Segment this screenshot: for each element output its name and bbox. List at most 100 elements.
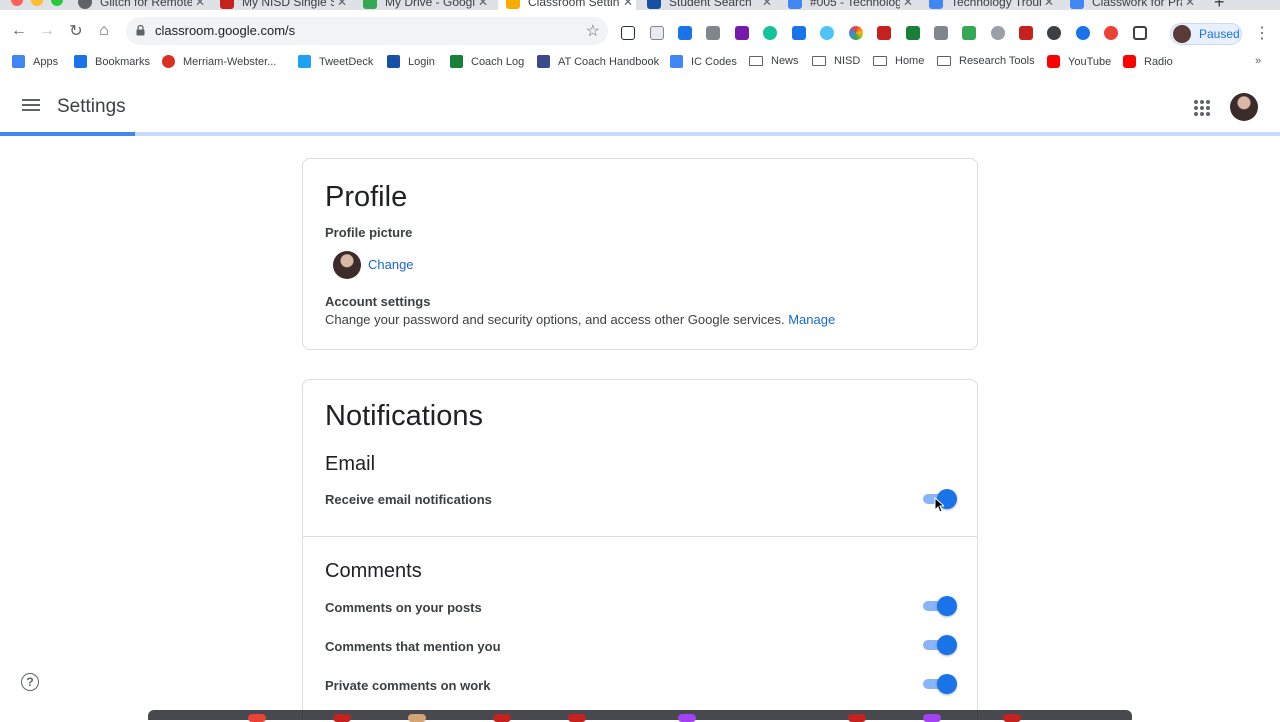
bookmark-ic-codes[interactable]: IC Codes (670, 55, 737, 68)
tab-title: My NISD Single S (242, 0, 334, 9)
bookmark-label: News (771, 55, 799, 67)
account-settings-label: Account settings (325, 294, 431, 309)
browser-tab-active[interactable]: Classroom Setting ✕ (498, 0, 636, 10)
loading-progress-bar (0, 132, 1280, 136)
browser-tab[interactable]: Student Search ✕ (647, 0, 775, 10)
bookmark-star-icon[interactable]: ☆ (586, 21, 600, 41)
bookmark-tweetdeck[interactable]: TweetDeck (298, 55, 373, 68)
back-button[interactable]: ← (5, 17, 33, 45)
close-tab-icon[interactable]: ✕ (1041, 0, 1057, 9)
close-tab-icon[interactable]: ✕ (192, 0, 208, 9)
tab-title: My Drive - Google (385, 0, 475, 9)
pause-extension-icon[interactable] (991, 26, 1005, 40)
close-tab-icon[interactable]: ✕ (334, 0, 350, 9)
browser-tab[interactable]: Technology Troub ✕ (929, 0, 1057, 10)
private-comments-label: Private comments on work (325, 678, 491, 693)
picture-in-picture-icon[interactable] (1133, 26, 1147, 40)
bookmark-folder-research-tools[interactable]: Research Tools (937, 55, 1035, 67)
document-extension-icon[interactable] (650, 26, 664, 40)
comments-on-posts-toggle[interactable] (923, 596, 957, 616)
bookmark-folder-nisd[interactable]: NISD (812, 55, 860, 67)
close-window-icon[interactable] (11, 0, 23, 6)
drive-icon (363, 0, 377, 9)
tab-title: Classwork for Pra (1092, 0, 1182, 9)
browser-tab[interactable]: My NISD Single S ✕ (220, 0, 350, 10)
lock-icon (136, 25, 145, 36)
account-avatar[interactable] (1230, 93, 1258, 121)
graduation-extension-icon[interactable] (792, 26, 806, 40)
receive-email-label: Receive email notifications (325, 492, 492, 507)
puzzle-extension-icon[interactable] (1047, 26, 1061, 40)
bookmark-at-coach-handbook[interactable]: AT Coach Handbook (537, 55, 659, 68)
screencast-extension-icon[interactable] (962, 26, 976, 40)
amazon-extension-icon[interactable] (621, 26, 635, 40)
more-bookmarks-button[interactable]: » (1255, 55, 1261, 67)
url-text[interactable]: classroom.google.com/s (155, 23, 295, 38)
connect-extension-icon[interactable] (1104, 26, 1118, 40)
bookmark-login[interactable]: Login (387, 55, 435, 68)
star-icon (74, 55, 87, 68)
sheets-icon (450, 55, 463, 68)
bookmark-radio[interactable]: Radio (1123, 55, 1173, 68)
print-extension-icon[interactable] (934, 26, 948, 40)
maximize-window-icon[interactable] (51, 0, 63, 6)
cloud-extension-icon[interactable] (820, 26, 834, 40)
forward-button[interactable]: → (33, 17, 61, 45)
bookmark-folder-news[interactable]: News (749, 55, 799, 67)
browser-tab[interactable]: My Drive - Google ✕ (363, 0, 491, 10)
bookmark-bookmarks[interactable]: Bookmarks (74, 55, 150, 68)
help-icon[interactable]: ? (21, 673, 39, 691)
browser-tab[interactable]: Glitch for Remote ✕ (78, 0, 208, 10)
profile-card: Profile Profile picture Change Account s… (302, 158, 978, 350)
close-tab-icon[interactable]: ✕ (620, 0, 636, 9)
browser-toolbar: ← → ↻ ⌂ classroom.google.com/s ☆ Paused … (0, 10, 1280, 52)
folder-icon (937, 56, 951, 66)
bookmark-label: NISD (834, 55, 861, 67)
comments-mention-toggle[interactable] (923, 635, 957, 655)
kami-extension-icon[interactable] (906, 26, 920, 40)
compass-extension-icon[interactable] (1076, 26, 1090, 40)
apps-icon (12, 55, 25, 68)
chart-extension-icon[interactable] (678, 26, 692, 40)
bookmark-label: Bookmarks (95, 55, 151, 68)
email-heading: Email (325, 453, 376, 475)
manage-account-link[interactable]: Manage (788, 312, 835, 327)
new-tab-button[interactable]: + (1214, 0, 1225, 10)
close-tab-icon[interactable]: ✕ (475, 0, 491, 9)
change-picture-link[interactable]: Change (368, 257, 414, 272)
bookmark-label: Home (895, 55, 925, 67)
bookmark-merriam-webster[interactable]: Merriam-Webster... (162, 55, 276, 68)
close-tab-icon[interactable]: ✕ (1182, 0, 1198, 9)
address-bar[interactable]: classroom.google.com/s ☆ (126, 17, 608, 45)
grammarly-extension-icon[interactable] (763, 26, 777, 40)
close-tab-icon[interactable]: ✕ (759, 0, 775, 9)
mouse-cursor-icon (934, 497, 944, 513)
browser-tab[interactable]: Classwork for Pra ✕ (1070, 0, 1198, 10)
bookmark-label: Radio (1144, 55, 1173, 68)
main-menu-icon[interactable] (22, 99, 40, 111)
onenote-extension-icon[interactable] (735, 26, 749, 40)
esp-icon (647, 0, 661, 9)
bookmark-youtube[interactable]: YouTube (1047, 55, 1111, 68)
more-menu-icon[interactable]: ⋮ (1254, 23, 1270, 43)
private-comments-toggle[interactable] (923, 674, 957, 694)
youtube-extension-icon[interactable] (1019, 26, 1033, 40)
notifications-card: Notifications Email Receive email notifi… (302, 379, 978, 720)
youtube-icon (1047, 55, 1060, 68)
color-wheel-extension-icon[interactable] (849, 26, 863, 40)
mote-extension-icon[interactable] (877, 26, 891, 40)
youtube-icon (1123, 55, 1136, 68)
browser-tab[interactable]: #005 - Technolog ✕ (788, 0, 916, 10)
reload-button[interactable]: ↻ (62, 17, 90, 45)
profile-paused-button[interactable]: Paused (1170, 23, 1242, 45)
google-apps-icon[interactable] (1194, 100, 1210, 116)
home-button[interactable]: ⌂ (90, 17, 118, 45)
bookmark-apps[interactable]: Apps (12, 55, 58, 68)
bookmark-coach-log[interactable]: Coach Log (450, 55, 524, 68)
drive-extension-icon[interactable] (706, 26, 720, 40)
minimize-window-icon[interactable] (31, 0, 43, 6)
bookmark-label: Login (408, 55, 435, 68)
close-tab-icon[interactable]: ✕ (900, 0, 916, 9)
bookmarks-bar: Apps Bookmarks Merriam-Webster... TweetD… (0, 52, 1280, 74)
bookmark-folder-home[interactable]: Home (873, 55, 924, 67)
